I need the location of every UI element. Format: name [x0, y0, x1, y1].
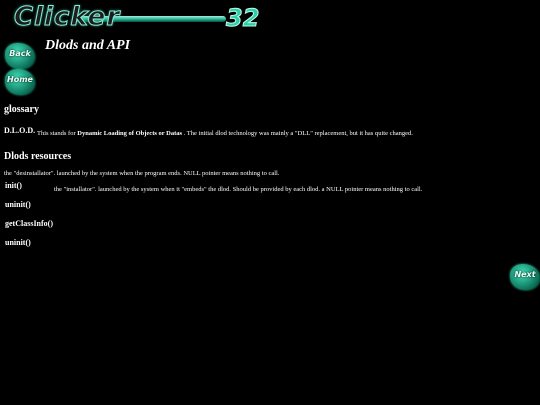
back-button[interactable]: Back: [5, 43, 35, 69]
function-init: init(): [5, 181, 22, 190]
installator-description: the "installator". launched by the syste…: [54, 186, 423, 193]
function-getclassinfo: getClassInfo(): [5, 219, 53, 228]
definition-bold: Dynamic Loading of Objects or Datas: [77, 130, 183, 137]
glossary-term: D.L.O.D.: [4, 126, 36, 135]
glossary-heading: glossary: [4, 104, 39, 115]
next-button[interactable]: Next: [510, 264, 540, 290]
page-title: Dlods and API: [45, 38, 131, 53]
next-label: Next: [514, 270, 536, 279]
clicker-logo: Clicker 32: [4, 2, 262, 33]
definition-post: . The initial dlod technology was mainly…: [182, 130, 413, 137]
logo-number: 32: [225, 4, 260, 33]
resources-heading: Dlods resources: [4, 151, 72, 162]
logo-word: Clicker: [13, 2, 121, 33]
home-label: Home: [7, 75, 33, 84]
definition-pre: This stands for: [37, 130, 78, 137]
function-uninit: uninit(): [5, 200, 31, 209]
home-button[interactable]: Home: [5, 69, 35, 95]
function-uninit-2: uninit(): [5, 238, 31, 247]
back-label: Back: [9, 49, 31, 58]
desinstallator-description: the "desinstallator". launched by the sy…: [4, 170, 280, 177]
glossary-definition: This stands for Dynamic Loading of Objec…: [37, 130, 413, 137]
